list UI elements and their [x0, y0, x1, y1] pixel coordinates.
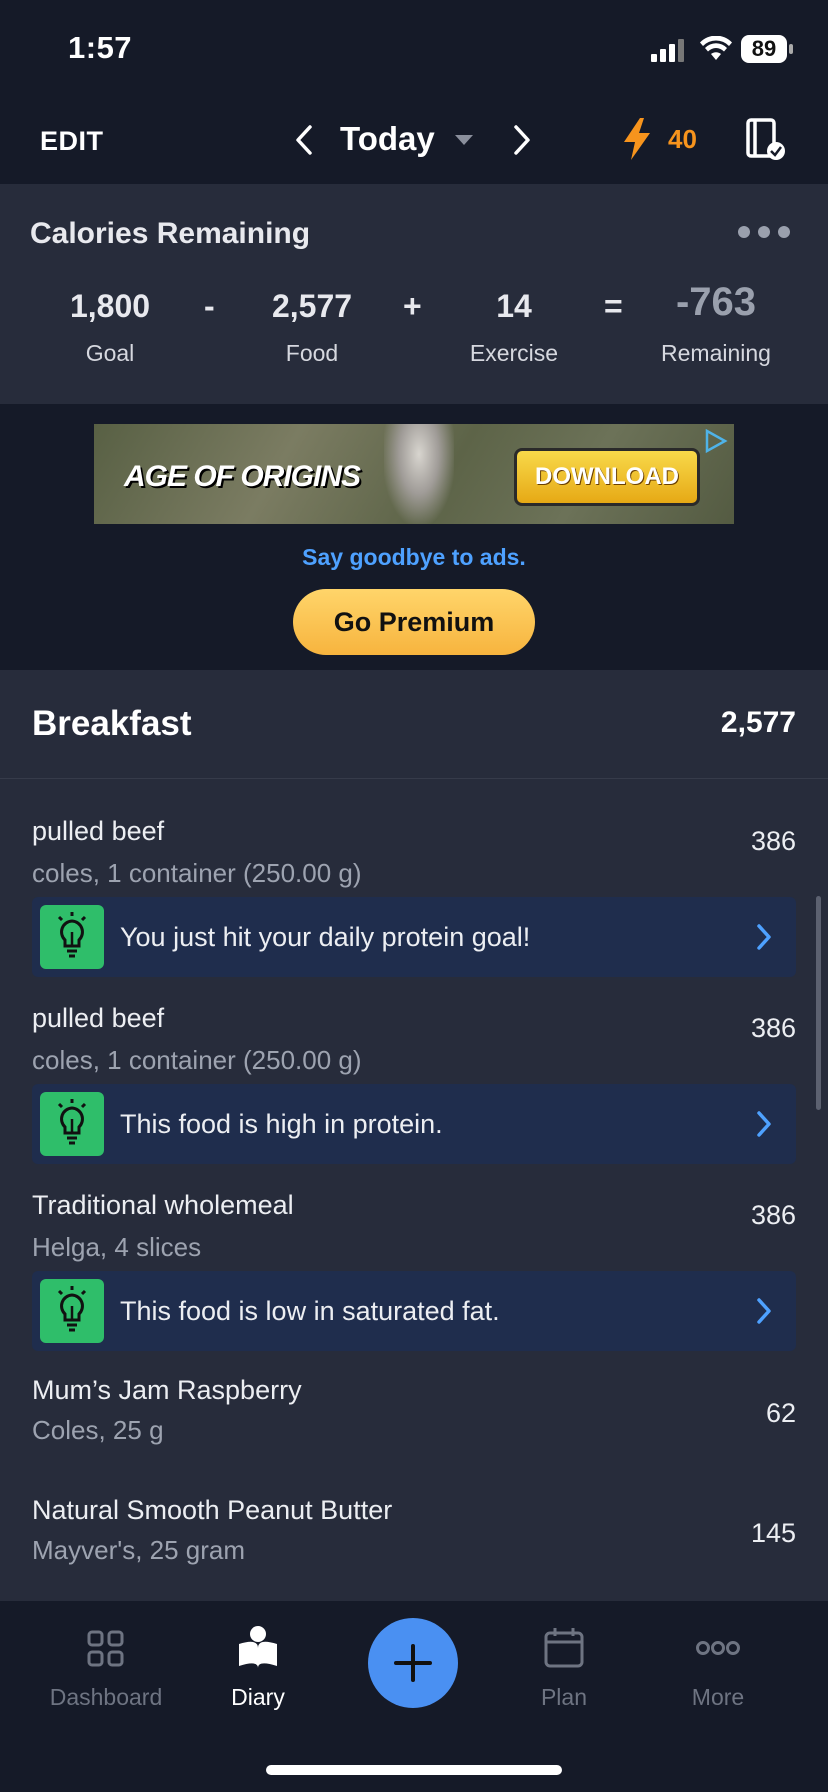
calendar-icon	[544, 1628, 584, 1668]
goal-label: Goal	[85, 340, 135, 366]
chevron-right-icon	[757, 924, 771, 950]
food-calories: 386	[750, 1200, 796, 1230]
dashboard-icon	[87, 1630, 124, 1667]
equals-operator: =	[604, 288, 623, 324]
exercise-value: 14	[496, 288, 532, 324]
food-name: Traditional wholemeal	[32, 1190, 294, 1220]
food-description: coles, 1 container (250.00 g)	[32, 858, 362, 888]
meal-total-calories: 2,577	[720, 706, 796, 739]
remaining-label: Remaining	[661, 340, 771, 366]
ad-character-image	[384, 424, 454, 524]
food-label: Food	[285, 340, 339, 366]
exercise-label: Exercise	[469, 340, 559, 366]
food-calories: 386	[750, 1013, 796, 1043]
diary-complete-icon[interactable]	[745, 117, 787, 163]
nav-diary-label: Diary	[231, 1684, 285, 1710]
goal-value: 1,800	[69, 288, 151, 324]
signal-icon	[651, 39, 684, 62]
food-name: pulled beef	[32, 1003, 165, 1033]
tip-text: You just hit your daily protein goal!	[120, 922, 531, 952]
food-description: coles, 1 container (250.00 g)	[32, 1045, 362, 1075]
nav-plan[interactable]: Plan	[474, 1620, 654, 1720]
nav-diary[interactable]: Diary	[168, 1620, 348, 1720]
plus-operator: +	[403, 288, 422, 324]
next-day-icon[interactable]	[512, 124, 532, 156]
diary-book-icon	[239, 1626, 277, 1668]
nav-plan-label: Plan	[540, 1684, 588, 1710]
food-calories: 386	[750, 826, 796, 856]
lightbulb-icon	[40, 905, 104, 969]
ad-download-button[interactable]: DOWNLOAD	[514, 448, 700, 506]
lightbulb-icon	[40, 1279, 104, 1343]
remaining-value: -763	[675, 280, 757, 324]
battery-icon: 89	[741, 35, 787, 63]
more-dots-icon	[696, 1641, 740, 1655]
tip-text: This food is low in saturated fat.	[120, 1296, 500, 1326]
streak-bolt-icon[interactable]	[620, 116, 654, 162]
wifi-icon	[700, 36, 732, 60]
nutrition-tip[interactable]: This food is low in saturated fat.	[32, 1271, 796, 1351]
remove-ads-text[interactable]: Say goodbye to ads.	[0, 544, 828, 571]
date-dropdown-icon[interactable]	[453, 133, 475, 147]
go-premium-button[interactable]: Go Premium	[293, 589, 535, 655]
food-name: Mum’s Jam Raspberry	[32, 1375, 302, 1405]
nav-more-label: More	[691, 1684, 745, 1710]
calories-card-title: Calories Remaining	[30, 217, 311, 250]
food-calories: 145	[750, 1518, 796, 1548]
battery-cap	[789, 44, 793, 54]
minus-operator: -	[204, 288, 215, 324]
ad-choices-icon[interactable]	[702, 428, 728, 454]
lightbulb-icon	[40, 1092, 104, 1156]
food-name: pulled beef	[32, 816, 165, 846]
add-entry-button[interactable]	[368, 1618, 458, 1708]
nutrition-tip[interactable]: You just hit your daily protein goal!	[32, 897, 796, 977]
tip-text: This food is high in protein.	[120, 1109, 443, 1139]
battery-level: 89	[751, 36, 777, 61]
food-description: Mayver's, 25 gram	[32, 1535, 246, 1565]
more-options-icon[interactable]	[736, 224, 792, 240]
ad-game-title: AGE OF ORIGINS	[124, 460, 361, 493]
previous-day-icon[interactable]	[294, 124, 314, 156]
nav-more[interactable]: More	[628, 1620, 808, 1720]
chevron-right-icon	[757, 1298, 771, 1324]
chevron-right-icon	[757, 1111, 771, 1137]
food-value: 2,577	[271, 288, 353, 324]
plus-icon	[394, 1644, 432, 1682]
food-description: Helga, 4 slices	[32, 1232, 202, 1262]
food-calories: 62	[765, 1398, 796, 1428]
home-indicator[interactable]	[266, 1765, 562, 1775]
scrollbar[interactable]	[816, 896, 821, 1110]
streak-count[interactable]: 40	[668, 124, 697, 155]
food-name: Natural Smooth Peanut Butter	[32, 1495, 393, 1525]
date-selector[interactable]: Today	[340, 120, 435, 158]
food-description: Coles, 25 g	[32, 1415, 164, 1445]
nutrition-tip[interactable]: This food is high in protein.	[32, 1084, 796, 1164]
status-time: 1:57	[68, 30, 133, 65]
meal-name: Breakfast	[32, 704, 192, 743]
edit-button[interactable]: EDIT	[40, 126, 104, 157]
ad-banner[interactable]: AGE OF ORIGINS DOWNLOAD	[94, 424, 734, 524]
